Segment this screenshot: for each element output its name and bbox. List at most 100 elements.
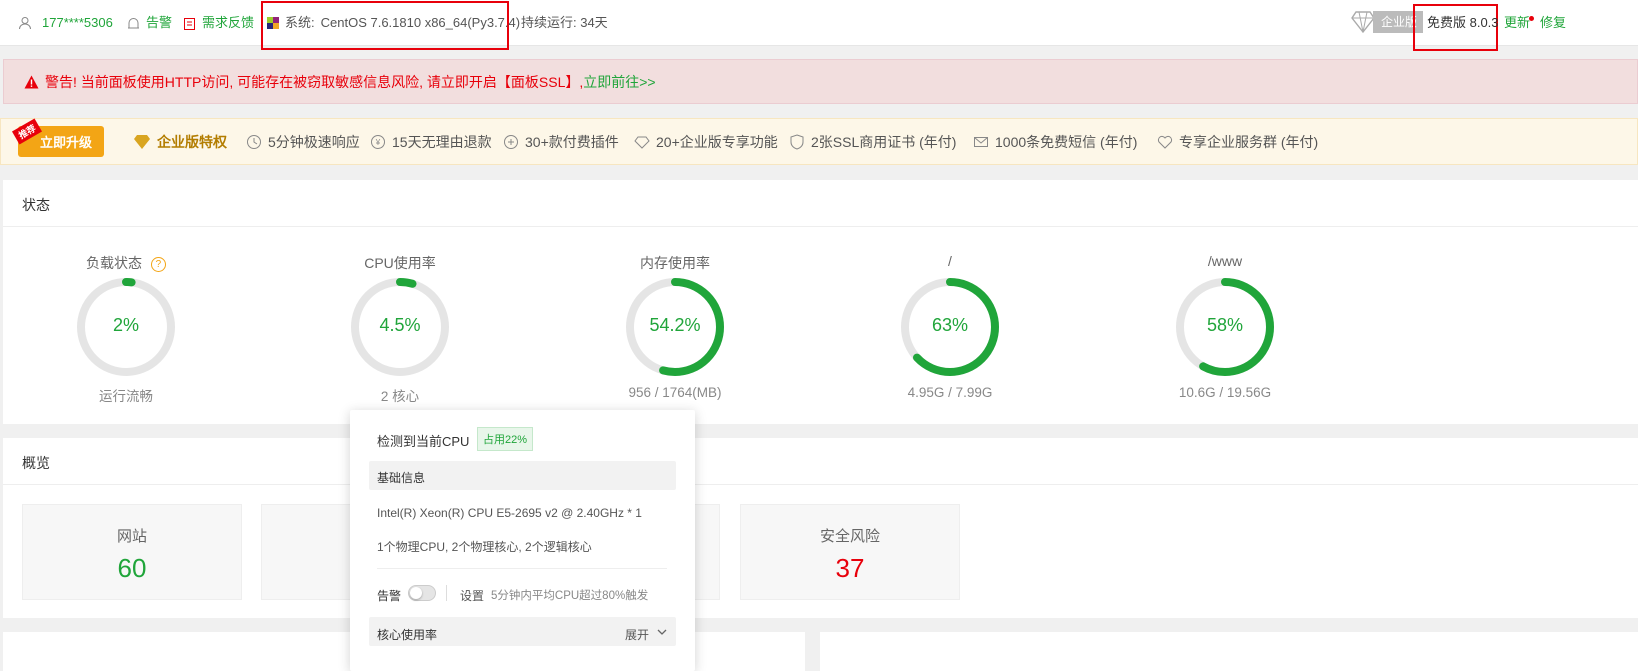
gauge-sub: 10.6G / 19.56G (1178, 385, 1272, 400)
feature-exclusive: 20+企业版专享功能 (634, 133, 778, 151)
feature-label: 专享企业服务群 (年付) (1179, 134, 1319, 150)
feature-label: 2张SSL商用证书 (年付) (811, 134, 957, 150)
upgrade-button[interactable]: 推荐 立即升级 (11, 118, 104, 157)
gauge-label: /www (1207, 253, 1243, 269)
system-value: CentOS 7.6.1810 x86_64(Py3.7.4) (320, 15, 521, 30)
feature-sms: 1000条免费短信 (年付) (973, 133, 1137, 151)
mail-icon (974, 137, 988, 147)
feature-label: 1000条免费短信 (年付) (995, 134, 1138, 150)
memory-gauge[interactable]: 内存使用率 54.2% 956 / 1764(MB) (585, 253, 765, 413)
card-value: 60 (117, 553, 147, 583)
plugin-icon (504, 135, 518, 149)
warning-icon (24, 75, 39, 89)
overview-divider (3, 484, 1638, 485)
popup-divider (377, 568, 667, 569)
overview-title: 概览 (22, 455, 50, 471)
card-label: 安全风险 (819, 528, 880, 545)
alarm-label: 告警 (377, 589, 402, 603)
update-dot (1529, 16, 1534, 21)
help-icon[interactable]: ? (150, 256, 166, 272)
cpu-model: Intel(R) Xeon(R) CPU E5-2695 v2 @ 2.40GH… (377, 506, 642, 520)
enterprise-privilege-title: 企业版特权 (133, 133, 227, 151)
feature-service-group: 专享企业服务群 (年付) (1157, 133, 1318, 151)
status-divider (3, 226, 1638, 227)
promo-title-text: 企业版特权 (157, 134, 227, 150)
disk-root-gauge[interactable]: / 63% 4.95G / 7.99G (860, 253, 1040, 413)
card-label: 网站 (116, 528, 147, 545)
basic-info-label: 基础信息 (377, 471, 426, 485)
feature-label: 20+企业版专享功能 (656, 134, 778, 150)
feature-label: 30+款付费插件 (525, 134, 619, 150)
gauge-sub: 运行流畅 (99, 389, 153, 404)
clock-icon (247, 135, 261, 149)
system-label: 系统: (285, 15, 315, 30)
bottom-panel-right (820, 632, 1638, 671)
chevron-down-icon (657, 629, 667, 635)
gauge-value: 54.2% (649, 315, 701, 335)
alarm-link[interactable]: 告警 (127, 14, 172, 32)
alarm-settings-link[interactable]: 设置 (460, 587, 484, 604)
diamond-icon (134, 135, 150, 149)
centos-logo-icon (267, 17, 279, 29)
svg-text:¥: ¥ (375, 138, 381, 147)
feature-plugins: 30+款付费插件 (503, 133, 619, 151)
feedback-label: 需求反馈 (202, 15, 255, 30)
system-info: 系统: CentOS 7.6.1810 x86_64(Py3.7.4) (267, 14, 520, 32)
account-link[interactable]: 177****5306 (18, 14, 113, 32)
overview-card-websites[interactable]: 网站 60 (22, 504, 242, 600)
status-panel: 状态 负载状态 ? 2% 运行流畅 CPU使用率 4.5% 2 核心 内存使用率… (3, 180, 1638, 424)
gauge-label: / (948, 253, 952, 269)
disk-www-gauge[interactable]: /www 58% 10.6G / 19.56G (1135, 253, 1315, 413)
feedback-link[interactable]: 需求反馈 (183, 14, 254, 32)
enterprise-diamond-icon (1351, 11, 1375, 38)
popup-title: 检测到当前CPU (377, 434, 470, 449)
load-gauge[interactable]: 负载状态 ? 2% 运行流畅 (36, 253, 216, 413)
gauge-label: CPU使用率 (364, 255, 436, 271)
core-usage-header[interactable]: 核心使用率 展开 (369, 617, 676, 646)
usage-tag: 占用22% (477, 427, 534, 451)
gauge-label: 负载状态 ? (36, 253, 216, 273)
heart-handshake-icon (1157, 135, 1173, 149)
gauge-sub: 2 核心 (380, 389, 420, 404)
gauge-value: 58% (1206, 315, 1244, 335)
feature-ssl: 2张SSL商用证书 (年付) (789, 133, 956, 151)
status-title: 状态 (22, 197, 50, 213)
gauge-sub: 956 / 1764(MB) (628, 385, 722, 400)
cpu-gauge[interactable]: CPU使用率 4.5% 2 核心 (310, 253, 490, 413)
gauge-value: 63% (931, 315, 969, 335)
feature-label: 15天无理由退款 (392, 134, 492, 150)
alarm-label: 告警 (146, 15, 173, 30)
core-usage-label: 核心使用率 (377, 628, 438, 642)
ssl-shield-icon (790, 134, 804, 150)
enterprise-promo-bar: 推荐 立即升级 企业版特权 5分钟极速响应 ¥ 15天无理由退款 30+款付费插… (0, 118, 1638, 165)
recommend-badge: 推荐 (11, 118, 43, 145)
repair-link[interactable]: 修复 (1540, 14, 1566, 32)
gauge-value: 4.5% (379, 315, 421, 335)
gauge-value: 2% (112, 315, 139, 335)
top-bar: 177****5306 告警 需求反馈 系统: CentOS 7.6.1810 … (0, 0, 1638, 51)
popup-separator (446, 585, 447, 601)
alert-text: 警告! 当前面板使用HTTP访问, 可能存在被窃取敏感信息风险, 请立即开启【面… (45, 74, 584, 90)
cpu-detail-popup: 检测到当前CPU 占用22% 基础信息 Intel(R) Xeon(R) CPU… (350, 410, 695, 671)
gem-icon (634, 136, 650, 149)
alert-link[interactable]: 立即前往>> (583, 73, 655, 91)
feature-refund: ¥ 15天无理由退款 (370, 133, 492, 151)
feature-label: 5分钟极速响应 (268, 134, 360, 150)
clipboard-icon (184, 17, 195, 30)
expand-label: 展开 (625, 628, 650, 642)
http-warning-alert: 警告! 当前面板使用HTTP访问, 可能存在被窃取敏感信息风险, 请立即开启【面… (3, 59, 1638, 104)
gauge-sub: 4.95G / 7.99G (907, 385, 993, 400)
account-phone: 177****5306 (42, 15, 113, 30)
alarm-toggle[interactable] (408, 585, 436, 601)
bell-icon (128, 17, 139, 28)
upgrade-label: 立即升级 (39, 135, 92, 150)
user-icon (19, 17, 31, 30)
update-link[interactable]: 更新 (1504, 14, 1530, 32)
version-label: 免费版 8.0.3 (1427, 15, 1499, 30)
feature-fast-response: 5分钟极速响应 (246, 133, 360, 151)
card-value: 37 (835, 553, 865, 583)
basic-info-header: 基础信息 (369, 461, 676, 490)
cpu-cores: 1个物理CPU, 2个物理核心, 2个逻辑核心 (377, 540, 592, 554)
overview-card-security-risk[interactable]: 安全风险 37 (740, 504, 960, 600)
alarm-description: 5分钟内平均CPU超过80%触发 (491, 590, 649, 602)
